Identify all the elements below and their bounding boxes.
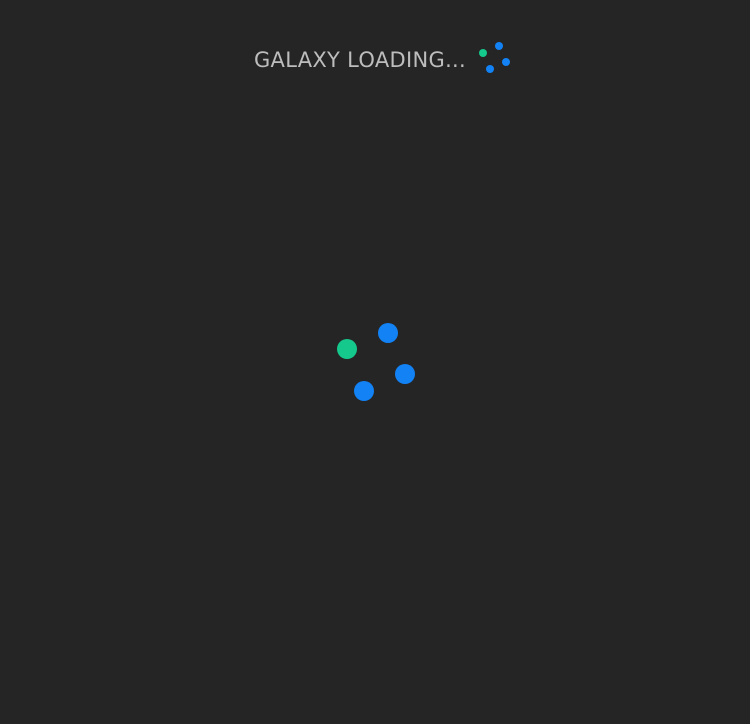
loading-screen: GALAXY LOADING... <box>0 0 750 724</box>
main-loading-spinner-icon <box>336 322 416 402</box>
spinner-dot-blue <box>354 381 374 401</box>
spinner-dot-blue <box>495 42 504 50</box>
spinner-dot-blue <box>502 58 511 66</box>
loading-title: GALAXY LOADING... <box>253 48 467 72</box>
spinner-dot-blue <box>395 364 415 384</box>
spinner-dot-blue <box>378 323 398 343</box>
spinner-dot-green <box>479 49 488 57</box>
loading-spinner-icon <box>476 42 512 78</box>
loading-header: GALAXY LOADING... <box>0 42 750 78</box>
spinner-dot-blue <box>486 65 495 73</box>
spinner-dot-green <box>337 339 357 359</box>
